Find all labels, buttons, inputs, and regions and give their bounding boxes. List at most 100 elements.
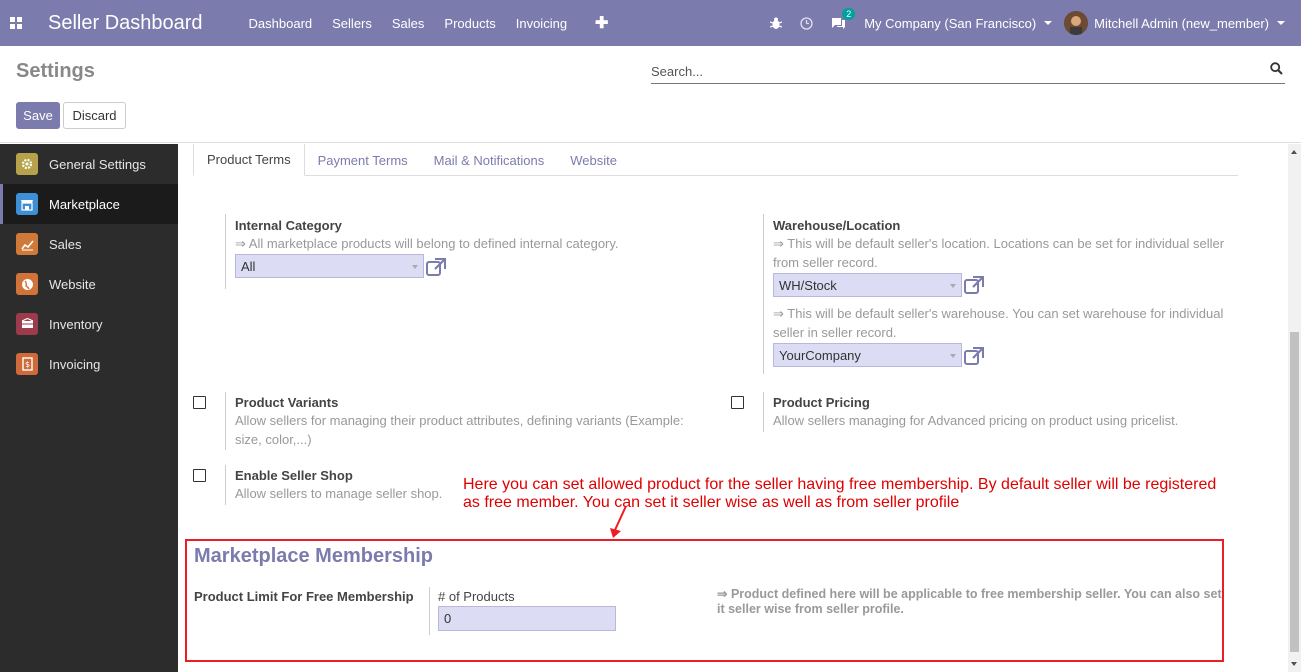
- annotation-arrow-icon: [606, 504, 630, 541]
- internal-category-help: ⇒ All marketplace products will belong t…: [235, 236, 619, 251]
- sidebar-item-marketplace[interactable]: Marketplace: [0, 184, 178, 224]
- search-icon[interactable]: [1270, 62, 1283, 78]
- discard-button[interactable]: Discard: [63, 102, 126, 129]
- sidebar-item-invoicing[interactable]: $ Invoicing: [0, 344, 178, 384]
- settings-tabs: Product Terms Payment Terms Mail & Notif…: [193, 144, 1238, 176]
- annotation-note: Here you can set allowed product for the…: [463, 476, 1217, 511]
- search-bar: [651, 60, 1285, 84]
- product-variants-help: Allow sellers for managing their product…: [235, 413, 684, 447]
- warehouse-location-value: WH/Stock: [779, 277, 837, 293]
- warehouse-location-help: ⇒ This will be default seller's location…: [773, 236, 1225, 270]
- chevron-down-icon: [950, 354, 956, 358]
- internal-category-select[interactable]: All: [235, 254, 424, 278]
- scrollbar[interactable]: [1288, 144, 1301, 672]
- external-link-icon[interactable]: [964, 276, 984, 297]
- sidebar-item-website[interactable]: Website: [0, 264, 178, 304]
- gear-icon: [16, 153, 38, 175]
- chevron-down-icon: [412, 265, 418, 269]
- scroll-down-icon[interactable]: [1291, 662, 1297, 666]
- menu-dashboard[interactable]: Dashboard: [249, 16, 313, 31]
- svg-text:$: $: [24, 360, 29, 369]
- tab-product-terms[interactable]: Product Terms: [193, 144, 305, 176]
- product-variants-title: Product Variants: [235, 395, 339, 410]
- divider: [763, 214, 764, 374]
- menu-invoicing[interactable]: Invoicing: [516, 16, 567, 31]
- user-menu[interactable]: Mitchell Admin (new_member): [1064, 11, 1285, 35]
- divider: [225, 465, 226, 505]
- activity-clock-icon[interactable]: [800, 16, 813, 30]
- sidebar-item-label: Invoicing: [49, 356, 101, 372]
- warehouse-location-title: Warehouse/Location: [773, 218, 901, 233]
- internal-category-value: All: [241, 258, 256, 274]
- avatar: [1064, 11, 1089, 35]
- chat-badge: 2: [842, 7, 856, 20]
- internal-category-title: Internal Category: [235, 218, 342, 233]
- membership-section-title: Marketplace Membership: [194, 545, 433, 567]
- product-pricing-checkbox[interactable]: [731, 396, 744, 409]
- product-pricing-title: Product Pricing: [773, 395, 870, 410]
- tab-website[interactable]: Website: [557, 144, 630, 176]
- company-name: My Company (San Francisco): [864, 15, 1037, 31]
- chevron-down-icon: [1277, 21, 1285, 25]
- warehouse-help: ⇒ This will be default seller's warehous…: [773, 306, 1224, 340]
- save-button[interactable]: Save: [16, 102, 60, 129]
- scroll-up-icon[interactable]: [1291, 150, 1297, 154]
- sidebar-item-sales[interactable]: Sales: [0, 224, 178, 264]
- search-input[interactable]: [651, 60, 1251, 82]
- tab-payment-terms[interactable]: Payment Terms: [305, 144, 421, 176]
- tab-mail-notifications[interactable]: Mail & Notifications: [421, 144, 558, 176]
- product-pricing-help: Allow sellers managing for Advanced pric…: [773, 413, 1179, 428]
- control-panel: Settings Save Discard: [0, 46, 1301, 143]
- inventory-box-icon: [16, 313, 38, 335]
- debug-bug-icon[interactable]: [770, 17, 783, 30]
- sidebar-item-inventory[interactable]: Inventory: [0, 304, 178, 344]
- product-variants-setting: Product Variants Allow sellers for manag…: [225, 392, 695, 450]
- menu-sellers[interactable]: Sellers: [332, 16, 372, 31]
- external-link-icon[interactable]: [426, 258, 446, 279]
- chevron-down-icon: [1044, 21, 1053, 25]
- sidebar-item-label: General Settings: [49, 156, 146, 172]
- seller-shop-setting: Enable Seller Shop Allow sellers to mana…: [225, 465, 455, 505]
- apps-menu-icon[interactable]: [0, 0, 32, 46]
- external-link-icon[interactable]: [964, 347, 984, 368]
- free-membership-label: Product Limit For Free Membership: [194, 589, 414, 604]
- warehouse-select[interactable]: YourCompany: [773, 343, 962, 367]
- product-pricing-setting: Product Pricing Allow sellers managing f…: [763, 392, 1233, 432]
- sidebar-item-label: Website: [49, 276, 96, 292]
- menu-products[interactable]: Products: [444, 16, 495, 31]
- menu-sales[interactable]: Sales: [392, 16, 425, 31]
- product-variants-checkbox[interactable]: [193, 396, 206, 409]
- membership-help: ⇒ Product defined here will be applicabl…: [717, 587, 1222, 616]
- sidebar-item-label: Inventory: [49, 316, 103, 332]
- top-navbar: Seller Dashboard Dashboard Sellers Sales…: [0, 0, 1301, 46]
- chat-messages-icon[interactable]: 2: [831, 7, 856, 30]
- sidebar-item-label: Marketplace: [49, 196, 120, 212]
- divider: [763, 392, 764, 432]
- chevron-down-icon: [950, 284, 956, 288]
- company-switcher[interactable]: My Company (San Francisco): [864, 15, 1053, 31]
- warehouse-value: YourCompany: [779, 347, 861, 363]
- add-menu-icon[interactable]: ✚: [595, 13, 608, 33]
- product-count-label: # of Products: [438, 589, 515, 604]
- marketplace-store-icon: [16, 193, 38, 215]
- seller-shop-title: Enable Seller Shop: [235, 468, 353, 483]
- divider: [429, 587, 430, 635]
- warehouse-location-select[interactable]: WH/Stock: [773, 273, 962, 297]
- seller-shop-checkbox[interactable]: [193, 469, 206, 482]
- scroll-thumb[interactable]: [1290, 332, 1299, 652]
- sidebar-item-general-settings[interactable]: General Settings: [0, 144, 178, 184]
- sidebar-item-label: Sales: [49, 236, 82, 252]
- product-count-input[interactable]: 0: [438, 606, 616, 631]
- app-brand[interactable]: Seller Dashboard: [48, 12, 203, 35]
- divider: [225, 214, 226, 289]
- seller-shop-help: Allow sellers to manage seller shop.: [235, 486, 443, 501]
- invoice-document-icon: $: [16, 353, 38, 375]
- page-title: Settings: [16, 60, 95, 82]
- globe-icon: [16, 273, 38, 295]
- divider: [225, 392, 226, 450]
- user-name: Mitchell Admin (new_member): [1094, 15, 1269, 31]
- settings-sidebar: General Settings Marketplace Sales Websi…: [0, 144, 178, 672]
- internal-category-setting: Internal Category ⇒ All marketplace prod…: [225, 214, 695, 289]
- sales-chart-icon: [16, 233, 38, 255]
- warehouse-location-setting: Warehouse/Location ⇒ This will be defaul…: [763, 214, 1233, 374]
